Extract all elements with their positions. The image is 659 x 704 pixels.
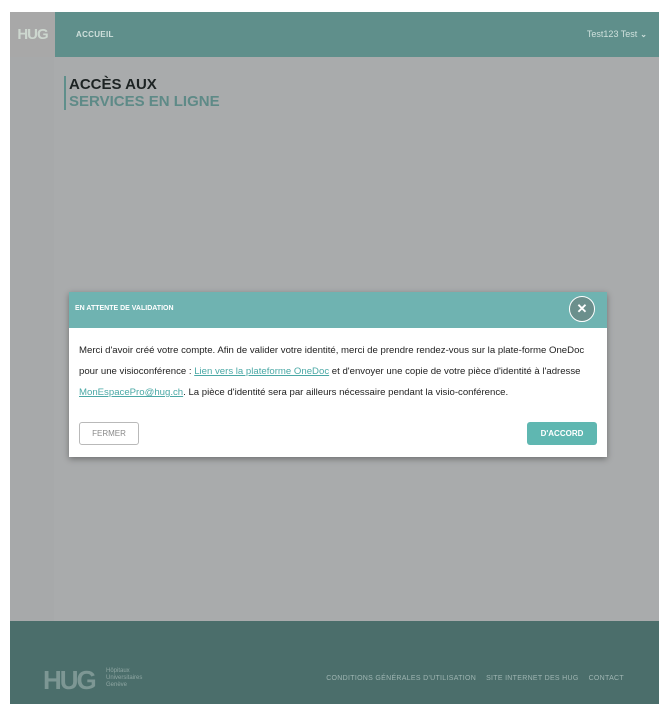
daccord-button[interactable]: D'ACCORD (527, 422, 597, 445)
close-icon[interactable]: ✕ (569, 296, 595, 322)
top-header: HUG ACCUEIL Test123 Test ⌄ (10, 12, 659, 57)
sidebar (10, 57, 54, 621)
footer-link-cgu[interactable]: CONDITIONS GÉNÉRALES D'UTILISATION (326, 675, 476, 682)
page: HUG ACCUEIL Test123 Test ⌄ ACCÈS AUX SERV… (0, 0, 659, 704)
footer-logo-sub-3: Genève (106, 682, 128, 688)
validation-modal: EN ATTENTE DE VALIDATION ✕ Merci d'avoir… (69, 292, 607, 457)
logo-text: HUG (17, 26, 48, 43)
chevron-down-icon: ⌄ (640, 30, 647, 39)
modal-message: Merci d'avoir créé votre compte. Afin de… (79, 340, 599, 403)
footer-logo-sub-2: Universitaires (106, 675, 143, 681)
fermer-button[interactable]: FERMER (79, 422, 139, 445)
user-name: Test123 Test (586, 29, 638, 39)
footer-logo-subtitle: Hôpitaux Universitaires Genève (106, 668, 142, 689)
modal-title: EN ATTENTE DE VALIDATION (75, 305, 174, 312)
modal-header: EN ATTENTE DE VALIDATION ✕ (69, 292, 607, 328)
modal-text-3: . La pièce d'identité sera par ailleurs … (183, 387, 509, 398)
page-title-line1: ACCÈS AUX (69, 76, 157, 93)
page-title-line2: SERVICES EN LIGNE (69, 93, 220, 110)
footer-logo[interactable]: HUG (43, 667, 97, 693)
hug-logo[interactable]: HUG (10, 12, 55, 57)
footer-link-contact[interactable]: CONTACT (589, 675, 624, 682)
footer-logo-sub-1: Hôpitaux (106, 668, 130, 674)
email-link[interactable]: MonEspacePro@hug.ch (79, 387, 183, 398)
footer-links: CONDITIONS GÉNÉRALES D'UTILISATION SITE … (326, 675, 624, 682)
footer: HUG Hôpitaux Universitaires Genève CONDI… (10, 621, 659, 704)
nav-home-link[interactable]: ACCUEIL (76, 12, 114, 57)
footer-link-site-hug[interactable]: SITE INTERNET DES HUG (486, 675, 579, 682)
user-menu[interactable]: Test123 Test ⌄ (587, 12, 647, 57)
modal-text-2: et d'envoyer une copie de votre pièce d'… (329, 366, 581, 377)
onedoc-link[interactable]: Lien vers la plateforme OneDoc (194, 366, 329, 377)
page-title: ACCÈS AUX SERVICES EN LIGNE (64, 76, 220, 110)
